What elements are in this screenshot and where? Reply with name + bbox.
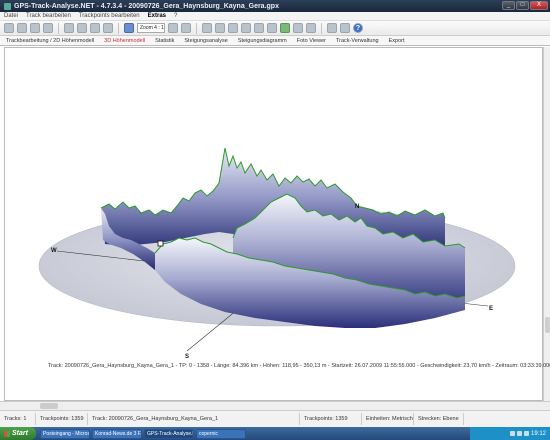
status-tracks: Tracks: 1 — [0, 413, 36, 425]
zoom-icon[interactable] — [124, 23, 134, 33]
status-strecken: Strecken: Ebene — [414, 413, 464, 425]
status-units: Einheiten: Metrisch — [362, 413, 414, 425]
tab-statistik[interactable]: Statistik — [155, 38, 174, 44]
vertical-scrollbar[interactable] — [543, 47, 550, 401]
split-icon[interactable] — [215, 23, 225, 33]
redo-icon[interactable] — [43, 23, 53, 33]
close-button[interactable]: X — [530, 1, 548, 10]
axis-label-south: S — [185, 354, 189, 360]
system-tray: 19:12 — [470, 427, 550, 440]
tab-steigungsdiagramm[interactable]: Steigungsdiagramm — [238, 38, 287, 44]
toolbar: Zoom 4 : 1 ? — [0, 21, 550, 36]
status-track-trackpoints: Trackpoints: 1359 — [300, 413, 362, 425]
horizontal-scrollbar[interactable] — [0, 401, 550, 410]
taskbar-button-outlook[interactable]: Posteingang - Micros... — [40, 428, 90, 439]
title-bar: GPS-Track-Analyse.NET - 4.7.3.4 - 200907… — [0, 0, 550, 12]
merge-icon[interactable] — [228, 23, 238, 33]
windows-taskbar: Start Posteingang - Micros... Konrad-New… — [0, 427, 550, 440]
window-title: GPS-Track-Analyse.NET - 4.7.3.4 - 200907… — [14, 2, 279, 10]
map-icon[interactable] — [280, 23, 290, 33]
taskbar-button-copernic[interactable]: copernic — [196, 428, 246, 439]
smooth-icon[interactable] — [254, 23, 264, 33]
axis-label-north: N — [355, 204, 359, 210]
menu-trackpoints-bearbeiten[interactable]: Trackpoints bearbeiten — [79, 13, 140, 19]
delete-icon[interactable] — [103, 23, 113, 33]
menu-bar: Datei Track bearbeiten Trackpoints bearb… — [0, 12, 550, 21]
tab-2d-hoehenmodell[interactable]: Trackbearbeitung / 2D Höhenmodell — [6, 38, 94, 44]
paste-icon[interactable] — [90, 23, 100, 33]
tab-export[interactable]: Export — [389, 38, 405, 44]
tab-bar: Trackbearbeitung / 2D Höhenmodell 3D Höh… — [0, 36, 550, 46]
horizontal-scroll-thumb[interactable] — [40, 403, 58, 409]
cut-icon[interactable] — [64, 23, 74, 33]
toolbar-separator — [58, 22, 59, 34]
select-icon[interactable] — [202, 23, 212, 33]
menu-extras[interactable]: Extras — [148, 13, 166, 19]
zoom-in-icon[interactable] — [168, 23, 178, 33]
axis-label-west: W — [51, 248, 57, 254]
tab-foto-viewer[interactable]: Foto Viewer — [297, 38, 326, 44]
tray-network-icon[interactable] — [509, 431, 515, 436]
status-trackpoints: Trackpoints: 1359 — [36, 413, 88, 425]
minimize-button[interactable]: _ — [502, 1, 515, 10]
windows-logo-icon — [4, 430, 10, 437]
taskbar-button-browser[interactable]: Konrad-News.de 3 F... — [92, 428, 142, 439]
status-current-track: Track: 20090726_Gera_Haynsburg_Kayna_Ger… — [88, 413, 300, 425]
settings-icon[interactable] — [306, 23, 316, 33]
toolbar-separator — [118, 22, 119, 34]
elevation-3d-view[interactable]: W S E N — [4, 47, 543, 401]
track-info-line: Track: 20090726_Gera_Haynsburg_Kayna_Ger… — [48, 363, 550, 369]
export-icon[interactable] — [340, 23, 350, 33]
menu-help[interactable]: ? — [174, 13, 177, 19]
app-icon — [4, 2, 11, 10]
open-file-icon[interactable] — [4, 23, 14, 33]
start-marker — [157, 240, 164, 247]
status-bar: Tracks: 1 Trackpoints: 1359 Track: 20090… — [0, 410, 550, 427]
save-icon[interactable] — [17, 23, 27, 33]
chart-icon[interactable] — [293, 23, 303, 33]
tab-track-verwaltung[interactable]: Track-Verwaltung — [336, 38, 379, 44]
toolbar-separator — [196, 22, 197, 34]
menu-datei[interactable]: Datei — [4, 13, 18, 19]
start-button[interactable]: Start — [0, 427, 36, 440]
axis-label-east: E — [489, 306, 493, 312]
tab-steigungsanalyse[interactable]: Steigungsanalyse — [184, 38, 227, 44]
tray-volume-icon[interactable] — [516, 431, 522, 436]
toolbar-separator — [321, 22, 322, 34]
undo-icon[interactable] — [30, 23, 40, 33]
window-controls: _ □ X — [502, 1, 548, 10]
start-label: Start — [12, 430, 28, 437]
vertical-scroll-thumb[interactable] — [545, 317, 550, 333]
clock[interactable]: 19:12 — [531, 431, 546, 437]
help-icon[interactable]: ? — [353, 23, 363, 33]
tray-security-icon[interactable] — [523, 431, 529, 436]
copy-icon[interactable] — [77, 23, 87, 33]
taskbar-button-gps-track[interactable]: GPS-Track-Analyse.N... — [144, 428, 194, 439]
zoom-select[interactable]: Zoom 4 : 1 — [137, 23, 165, 33]
maximize-button[interactable]: □ — [516, 1, 529, 10]
tab-3d-hoehenmodell[interactable]: 3D Höhenmodell — [104, 38, 145, 44]
elevation-3d-svg: W S E N — [38, 147, 516, 360]
menu-track-bearbeiten[interactable]: Track bearbeiten — [26, 13, 71, 19]
filter-icon[interactable] — [241, 23, 251, 33]
reverse-icon[interactable] — [267, 23, 277, 33]
zoom-out-icon[interactable] — [181, 23, 191, 33]
print-icon[interactable] — [327, 23, 337, 33]
